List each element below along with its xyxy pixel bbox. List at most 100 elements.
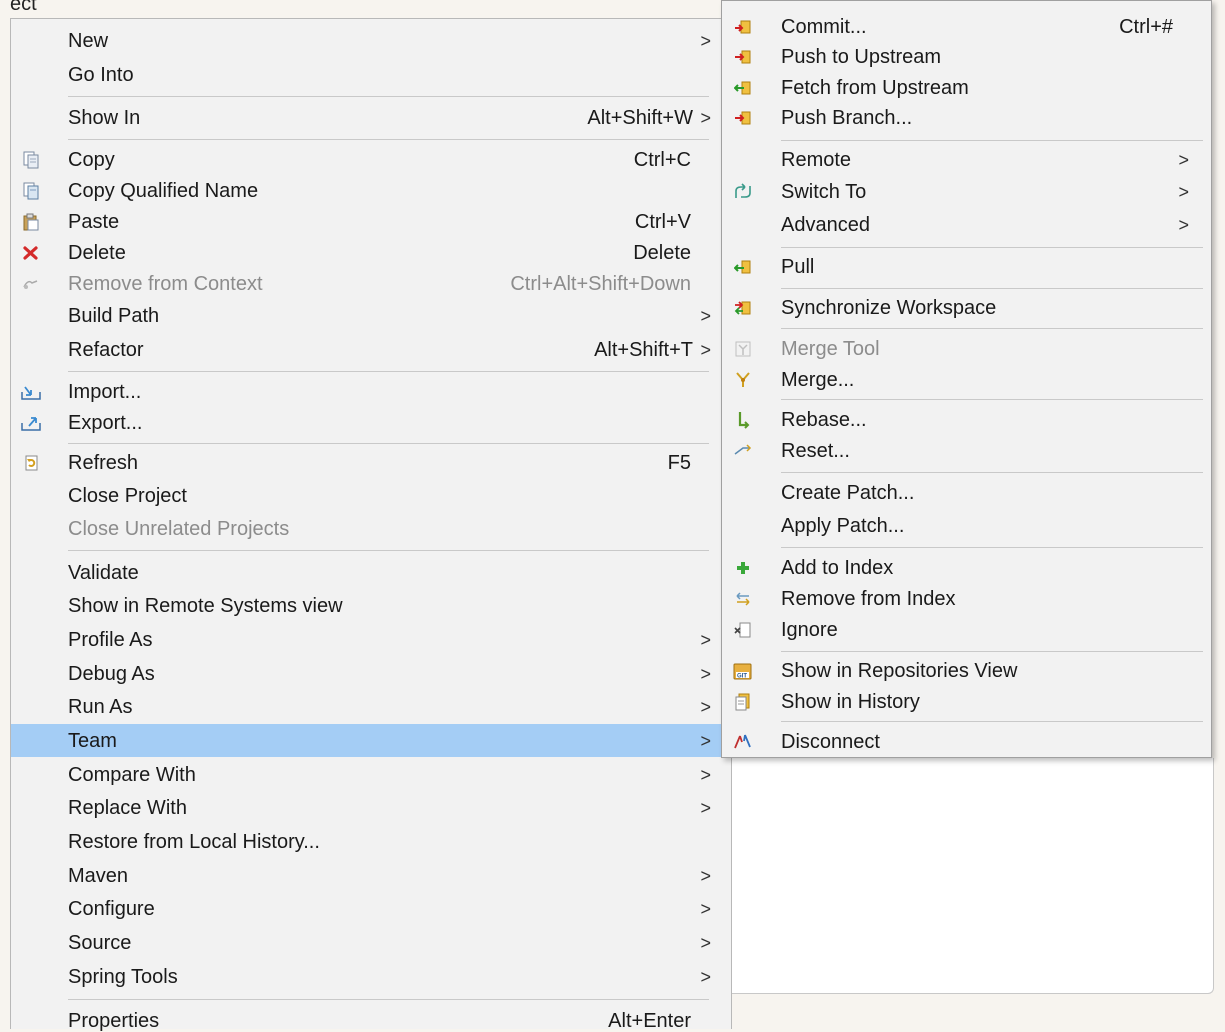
- team-submenu: Commit... Ctrl+# Push to Upstream Fetch …: [721, 0, 1212, 758]
- push-upstream-icon: [733, 47, 753, 67]
- menu-item-label: Export...: [68, 412, 143, 434]
- paste-icon: [21, 212, 41, 232]
- menu-item-shortcut: Alt+Shift+T: [594, 339, 693, 361]
- repositories-view-icon: GIT: [733, 661, 753, 681]
- svg-text:GIT: GIT: [737, 674, 747, 680]
- rebase-icon: [733, 410, 753, 430]
- import-icon: [21, 382, 41, 402]
- commit-icon: [733, 17, 753, 37]
- menu-item-label: Remote: [781, 149, 852, 171]
- menu-item-shortcut: F5: [667, 452, 691, 474]
- history-icon: [733, 692, 753, 712]
- separator: [68, 550, 709, 551]
- menu-item-label: Replace With: [68, 797, 187, 819]
- menu-item-label: Properties: [68, 1010, 160, 1032]
- menu-item-shortcut: Alt+Enter: [608, 1010, 691, 1032]
- menu-item-label: Configure: [68, 898, 155, 920]
- menu-item-label: Remove from Context: [68, 273, 263, 295]
- separator: [781, 547, 1203, 548]
- menu-item-label: Show in History: [781, 691, 920, 713]
- menu-item-label: Merge Tool: [781, 338, 880, 360]
- push-branch-icon: [733, 108, 753, 128]
- menu-item-shortcut: Ctrl+#: [1119, 16, 1173, 38]
- menu-item-label: Debug As: [68, 663, 155, 685]
- pull-icon: [733, 257, 753, 277]
- refresh-icon: [21, 453, 41, 473]
- submenu-arrow-icon: >: [700, 697, 711, 717]
- editor-background-panel: [732, 758, 1214, 994]
- menu-item-label: Close Unrelated Projects: [68, 518, 290, 540]
- submenu-arrow-icon: >: [700, 306, 711, 326]
- menu-item-label: Switch To: [781, 181, 867, 203]
- submenu-arrow-icon: >: [700, 798, 711, 818]
- menu-item-label: Delete: [68, 242, 126, 264]
- menu-item-label: Build Path: [68, 305, 160, 327]
- menu-item-label: Advanced: [781, 214, 870, 236]
- menu-item-label: Ignore: [781, 619, 838, 641]
- menu-item-label: Refresh: [68, 452, 139, 474]
- menu-item-shortcut: Ctrl+V: [634, 211, 691, 233]
- submenu-arrow-icon: >: [700, 31, 711, 51]
- submenu-arrow-icon: >: [700, 765, 711, 785]
- menu-item-label: Copy Qualified Name: [68, 180, 259, 202]
- menu-item-shortcut: Alt+Shift+W: [587, 107, 693, 129]
- separator: [68, 443, 709, 444]
- highlight-bar: [11, 724, 731, 757]
- submenu-arrow-icon: >: [1178, 150, 1189, 170]
- submenu-arrow-icon: >: [700, 340, 711, 360]
- menu-item-label: Restore from Local History...: [68, 831, 320, 853]
- menu-item-shortcut: Ctrl+Alt+Shift+Down: [510, 273, 691, 295]
- reset-icon: [733, 441, 753, 461]
- separator: [68, 96, 709, 97]
- merge-icon: [733, 370, 753, 390]
- separator: [781, 399, 1203, 400]
- submenu-arrow-icon: >: [1178, 215, 1189, 235]
- window-title-fragment: ect: [10, 0, 37, 15]
- menu-item-label: Disconnect: [781, 731, 880, 753]
- menu-item-label: Push to Upstream: [781, 46, 942, 68]
- menu-item-label: Profile As: [68, 629, 153, 651]
- copy-qualified-name-icon: [21, 181, 41, 201]
- menu-item-label: Remove from Index: [781, 588, 956, 610]
- separator: [68, 371, 709, 372]
- fetch-upstream-icon: [733, 78, 753, 98]
- project-context-menu: New > Go Into Show In Alt+Shift+W > Copy…: [10, 18, 732, 1032]
- submenu-arrow-icon: >: [700, 933, 711, 953]
- separator: [781, 140, 1203, 141]
- menu-item-label: Add to Index: [781, 557, 894, 579]
- menu-item-label: Compare With: [68, 764, 196, 786]
- menu-item-label: Close Project: [68, 485, 187, 507]
- submenu-arrow-icon: >: [700, 866, 711, 886]
- submenu-arrow-icon: >: [1178, 182, 1189, 202]
- separator: [781, 472, 1203, 473]
- remove-context-icon: [21, 274, 41, 294]
- submenu-arrow-icon: >: [700, 108, 711, 128]
- menu-item-label: Commit...: [781, 16, 867, 38]
- menu-item-label: Show in Remote Systems view: [68, 595, 343, 617]
- synchronize-icon: [733, 298, 753, 318]
- export-icon: [21, 413, 41, 433]
- menu-item-label: Refactor: [68, 339, 144, 361]
- menu-item-label: Fetch from Upstream: [781, 77, 969, 99]
- menu-item-label: Spring Tools: [68, 966, 178, 988]
- separator: [781, 288, 1203, 289]
- menu-item-label: New: [68, 30, 109, 52]
- menu-item-label: Source: [68, 932, 132, 954]
- menu-item-label: Create Patch...: [781, 482, 915, 504]
- separator: [68, 999, 709, 1000]
- separator: [781, 721, 1203, 722]
- menu-item-label: Team: [68, 730, 117, 752]
- menu-item-label: Pull: [781, 256, 815, 278]
- disconnect-icon: [733, 732, 753, 752]
- submenu-arrow-icon: >: [700, 731, 711, 751]
- menu-item-shortcut: Ctrl+C: [633, 149, 691, 171]
- menu-item-label: Validate: [68, 562, 139, 584]
- menu-item-label: Go Into: [68, 64, 134, 86]
- menu-item-label: Copy: [68, 149, 115, 171]
- menu-item-label: Run As: [68, 696, 133, 718]
- menu-item-label: Maven: [68, 865, 129, 887]
- separator: [781, 328, 1203, 329]
- menu-item-label: Rebase...: [781, 409, 867, 431]
- menu-item-label: Paste: [68, 211, 120, 233]
- separator: [781, 247, 1203, 248]
